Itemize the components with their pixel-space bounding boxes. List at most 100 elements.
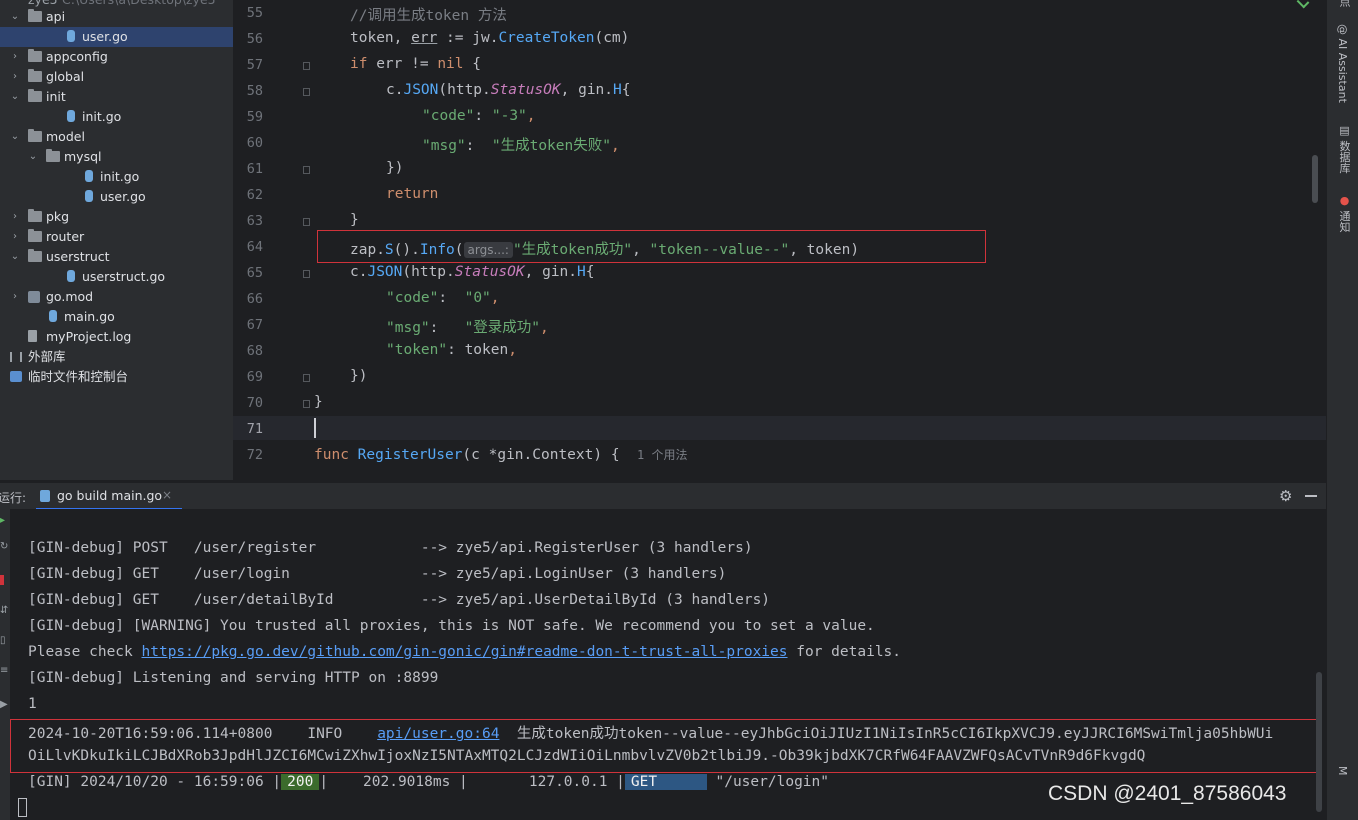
proxies-doc-link[interactable]: https://pkg.go.dev/github.com/gin-gonic/… — [142, 644, 788, 660]
console-input-cursor[interactable] — [18, 798, 27, 817]
tree-item[interactable]: ⌄ mysql — [0, 147, 233, 167]
tree-item[interactable]: ⌄ api — [0, 7, 233, 27]
console-line: [GIN-debug] POST /user/register --> zye5… — [28, 540, 753, 556]
fold-marker[interactable] — [303, 270, 310, 278]
tree-item-label: mysql — [64, 149, 102, 164]
tree-item[interactable]: › go.mod — [0, 287, 233, 307]
tree-item[interactable]: › appconfig — [0, 47, 233, 67]
tree-item-label: init.go — [82, 109, 122, 124]
gear-icon[interactable]: ⚙ — [1279, 487, 1292, 505]
log-file-icon — [28, 330, 37, 342]
right-tool-strip: 点 @ AI Assistant ▤ 数据库 ● 通知 M — [1326, 0, 1358, 820]
console-scrollbar[interactable] — [1316, 672, 1322, 812]
highlight-box-code — [317, 230, 986, 263]
line-number: 66 — [246, 291, 263, 307]
tree-item[interactable]: init.go — [0, 107, 233, 127]
tree-item-label: myProject.log — [46, 329, 132, 344]
tree-item-label: userstruct — [46, 249, 110, 264]
console-line: [GIN-debug] Listening and serving HTTP o… — [28, 670, 439, 686]
stop-icon[interactable] — [0, 575, 4, 585]
chevron-right-icon[interactable]: › — [10, 67, 20, 87]
folder-icon — [28, 229, 42, 242]
tree-item[interactable]: user.go — [0, 187, 233, 207]
minimize-icon[interactable] — [1305, 495, 1317, 497]
notifications-tab[interactable]: ● 通知 — [1336, 194, 1352, 233]
pin-icon[interactable]: ▶ — [0, 699, 8, 710]
fold-marker[interactable] — [303, 88, 310, 96]
tree-item[interactable]: 外部库 — [0, 347, 233, 367]
folder-icon — [28, 89, 42, 102]
tree-item[interactable]: user.go — [0, 27, 233, 47]
code-line-65: c.JSON(http.StatusOK, gin.H{ — [350, 264, 595, 280]
console-left-toolbar: ▸ ↻ ⇵ ▯ ≡ ▶ — [0, 509, 10, 820]
fold-marker[interactable] — [303, 218, 310, 226]
strip-item-top[interactable]: 点 — [1336, 0, 1352, 7]
code-line-62: return — [386, 186, 439, 202]
inspection-ok-icon[interactable] — [1296, 0, 1310, 9]
bell-icon: ● — [1338, 194, 1351, 211]
tree-item[interactable]: › router — [0, 227, 233, 247]
line-number: 61 — [246, 161, 263, 177]
console-line: [GIN-debug] GET /user/detailById --> zye… — [28, 592, 771, 608]
m-tab[interactable]: M — [1336, 766, 1349, 776]
at-icon: @ — [1336, 24, 1349, 39]
line-number: 57 — [246, 57, 263, 73]
tree-item[interactable]: ⌄ userstruct — [0, 247, 233, 267]
tree-item[interactable]: ⌄ model — [0, 127, 233, 147]
line-number: 68 — [246, 343, 263, 359]
chevron-right-icon[interactable]: › — [10, 47, 20, 67]
scroll-icon[interactable]: ⇵ — [0, 605, 8, 616]
fold-marker[interactable] — [303, 166, 310, 174]
tree-item[interactable]: init.go — [0, 167, 233, 187]
chevron-down-icon[interactable]: ⌄ — [10, 247, 20, 267]
tree-item[interactable]: 临时文件和控制台 — [0, 367, 233, 387]
go-file-icon — [85, 190, 93, 202]
chevron-down-icon[interactable]: ⌄ — [10, 87, 20, 107]
folder-icon — [28, 49, 42, 62]
filter-icon[interactable]: ≡ — [0, 665, 8, 676]
console-line: Please check https://pkg.go.dev/github.c… — [28, 644, 902, 660]
line-number: 62 — [246, 187, 263, 203]
code-line-58: c.JSON(http.StatusOK, gin.H{ — [386, 82, 631, 98]
print-icon[interactable]: ▯ — [0, 635, 6, 646]
chevron-right-icon[interactable]: › — [10, 207, 20, 227]
rerun-icon[interactable]: ▸ — [0, 515, 5, 526]
code-line-59: "code": "-3", — [422, 108, 536, 124]
tree-item-label: 临时文件和控制台 — [28, 369, 129, 384]
current-line-highlight — [233, 416, 1326, 440]
ai-assistant-tab[interactable]: @ AI Assistant — [1336, 24, 1349, 103]
tree-item-label: 外部库 — [28, 349, 66, 364]
fold-marker[interactable] — [303, 62, 310, 70]
folder-icon — [28, 9, 42, 22]
tree-item[interactable]: › pkg — [0, 207, 233, 227]
chevron-right-icon[interactable]: › — [10, 227, 20, 247]
tree-item[interactable]: ⌄ init — [0, 87, 233, 107]
folder-icon — [46, 149, 60, 162]
fold-marker[interactable] — [303, 374, 310, 382]
tree-item-label: api — [46, 9, 66, 24]
line-number: 58 — [246, 83, 263, 99]
code-line-60: "msg": "生成token失败", — [422, 138, 620, 154]
line-number: 71 — [246, 421, 263, 437]
line-number: 55 — [246, 5, 263, 21]
tree-item[interactable]: userstruct.go — [0, 267, 233, 287]
tree-item[interactable]: myProject.log — [0, 327, 233, 347]
run-tab-main[interactable]: go build main.go × — [36, 483, 182, 510]
chevron-right-icon[interactable]: › — [10, 287, 20, 307]
code-editor[interactable]: 55 56 57 58 59 60 61 62 63 64 65 66 67 68 69 70 71 72 //调… — [233, 0, 1326, 480]
chevron-down-icon[interactable]: ⌄ — [10, 127, 20, 147]
fold-marker[interactable] — [303, 400, 310, 408]
console-line: 1 — [28, 696, 37, 712]
close-tab-icon[interactable]: × — [162, 488, 172, 502]
chevron-down-icon[interactable]: ⌄ — [10, 7, 20, 27]
tree-item[interactable]: main.go — [0, 307, 233, 327]
database-tab[interactable]: ▤ 数据库 — [1336, 124, 1352, 174]
line-number: 65 — [246, 265, 263, 281]
tree-item-label: appconfig — [46, 49, 108, 64]
tree-item-label: init — [46, 89, 66, 104]
editor-scrollbar[interactable] — [1312, 155, 1318, 203]
run-label: 运行: — [0, 491, 27, 505]
tree-item[interactable]: › global — [0, 67, 233, 87]
restart-icon[interactable]: ↻ — [0, 541, 8, 552]
chevron-down-icon[interactable]: ⌄ — [28, 147, 38, 167]
